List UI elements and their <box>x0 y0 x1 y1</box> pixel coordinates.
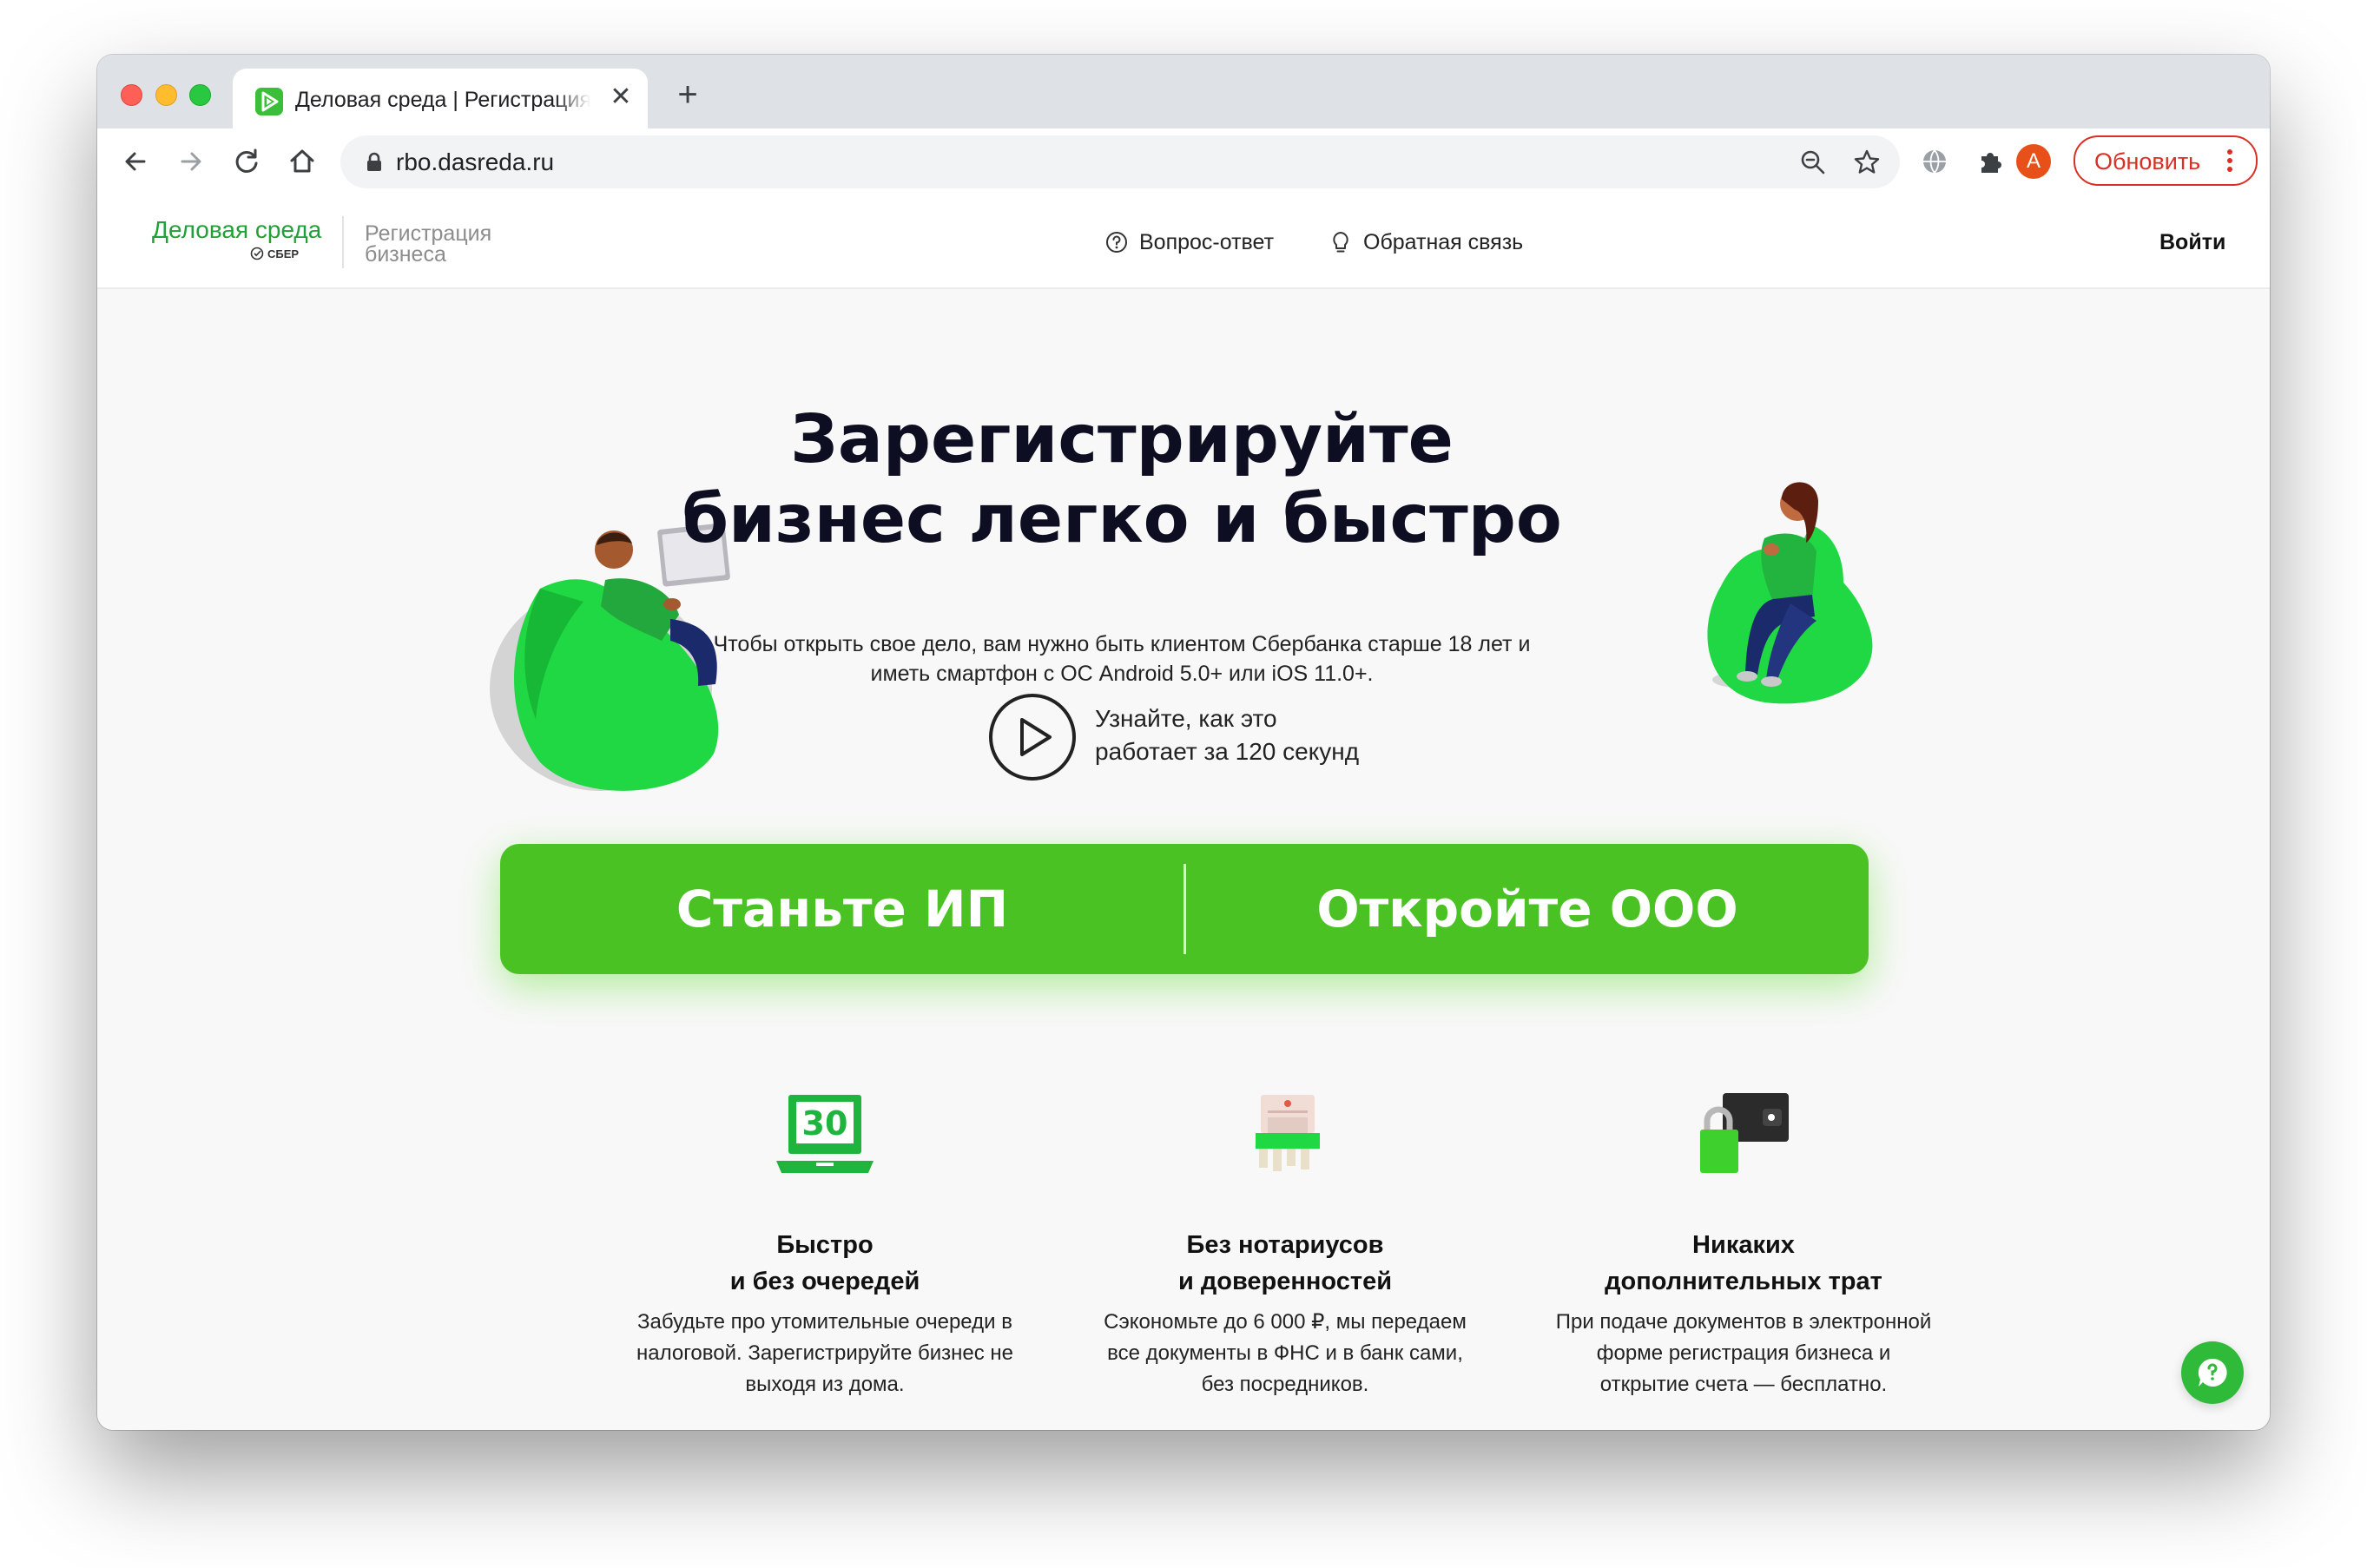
tab-title: Деловая среда | Регистрация бизнеса <box>295 88 590 112</box>
page-content: Деловая среда СБЕР Регистрация бизнеса В… <box>97 195 2270 1430</box>
feature-description: При подаче документов в электронной форм… <box>1535 1307 1952 1400</box>
update-label: Обновить <box>2094 148 2201 175</box>
feature-desc-line2: все документы в ФНС и в банк сами, <box>1107 1341 1463 1365</box>
feature-desc-line1: При подаче документов в электронной <box>1555 1310 1932 1334</box>
laptop-30-icon: 30 <box>776 1095 874 1173</box>
feature-title: Быстро и без очередей <box>616 1227 1033 1300</box>
feature-title: Без нотариусов и доверенностей <box>1077 1227 1493 1300</box>
active-tab[interactable]: Деловая среда | Регистрация бизнеса ✕ <box>233 69 648 128</box>
more-menu-icon[interactable] <box>2221 146 2238 175</box>
globe-extension-icon[interactable] <box>1919 146 1950 177</box>
sber-logo-icon <box>250 247 264 260</box>
watch-video-link[interactable]: Узнайте, как это работает за 120 секунд <box>987 692 1439 787</box>
update-button[interactable]: Обновить <box>2074 135 2258 186</box>
browser-toolbar: rbo.dasreda.ru A Обновить <box>97 128 2270 197</box>
favicon-icon <box>255 88 283 115</box>
feature-title-line1: Без нотариусов <box>1186 1231 1384 1259</box>
nav-feedback-link[interactable]: Обратная связь <box>1363 230 1523 255</box>
feature-desc-line3: выходя из дома. <box>745 1373 905 1396</box>
url-text[interactable]: rbo.dasreda.ru <box>396 148 554 176</box>
play-circle-icon[interactable] <box>987 692 1078 782</box>
profile-avatar[interactable]: A <box>2016 144 2051 179</box>
bookmark-star-icon[interactable] <box>1851 147 1882 178</box>
hero-subtitle: Чтобы открыть свое дело, вам нужно быть … <box>670 629 1573 688</box>
feature-desc-line3: без посредников. <box>1201 1373 1369 1396</box>
zoom-icon[interactable] <box>1797 147 1829 178</box>
question-circle-icon <box>1106 232 1127 253</box>
feature-title-line2: и без очередей <box>729 1268 920 1295</box>
feature-title-line2: дополнительных трат <box>1605 1268 1882 1295</box>
nav-faq-link[interactable]: Вопрос-ответ <box>1139 230 1274 255</box>
logo-brand: СБЕР <box>267 247 300 260</box>
hero-subtitle-line2: иметь смартфон с ОС Android 5.0+ или iOS… <box>870 662 1374 686</box>
close-window-button[interactable] <box>121 84 142 106</box>
hero-subtitle-line1: Чтобы открыть свое дело, вам нужно быть … <box>713 632 1531 656</box>
logo-subtitle-line2: бизнеса <box>365 242 446 267</box>
new-tab-button[interactable]: + <box>669 77 707 115</box>
feature-title-line2: и доверенностей <box>1177 1268 1393 1295</box>
open-ooo-button[interactable]: Откройте ООО <box>1186 844 1869 974</box>
feature-desc-line3: открытие счета — бесплатно. <box>1599 1373 1888 1396</box>
chat-question-icon <box>2198 1358 2227 1387</box>
feature-desc-line2: форме регистрация бизнеса и <box>1596 1341 1891 1365</box>
extensions-puzzle-icon[interactable] <box>1975 146 2006 177</box>
feature-desc-line2: налоговой. Зарегистрируйте бизнес не <box>636 1341 1014 1365</box>
feature-desc-line1: Сэкономьте до 6 000 ₽, мы передаем <box>1104 1310 1467 1334</box>
video-caption[interactable]: Узнайте, как это работает за 120 секунд <box>1095 702 1359 768</box>
login-link[interactable]: Войти <box>2159 230 2225 255</box>
hero-title-line1: Зарегистрируйте <box>790 401 1454 478</box>
help-chat-button[interactable] <box>2181 1341 2244 1404</box>
back-icon[interactable] <box>118 144 153 179</box>
hero-title: Зарегистрируйте бизнес легко и быстро <box>618 400 1625 560</box>
feature-title-line1: Никаких <box>1692 1231 1795 1259</box>
lock-icon[interactable] <box>361 149 387 175</box>
forward-icon[interactable] <box>174 144 208 179</box>
documents-icon <box>1256 1095 1320 1171</box>
lightbulb-icon <box>1333 232 1348 253</box>
browser-window: Деловая среда | Регистрация бизнеса ✕ + … <box>97 55 2270 1430</box>
home-icon[interactable] <box>285 144 320 179</box>
become-ip-button[interactable]: Станьте ИП <box>500 844 1184 974</box>
address-bar[interactable]: rbo.dasreda.ru <box>340 135 1900 188</box>
feature-description: Сэкономьте до 6 000 ₽, мы передаем все д… <box>1077 1307 1493 1400</box>
hero-title-line2: бизнес легко и быстро <box>682 481 1562 558</box>
reload-icon[interactable] <box>229 144 264 179</box>
feature-desc-line1: Забудьте про утомительные очереди в <box>637 1310 1012 1334</box>
woman-on-beanbag-illustration <box>1707 482 1873 704</box>
minimize-window-button[interactable] <box>155 84 177 106</box>
tab-strip: Деловая среда | Регистрация бизнеса ✕ + <box>97 55 2270 128</box>
logo-divider <box>342 216 344 268</box>
feature-title-line1: Быстро <box>776 1231 874 1259</box>
cta-bar: Станьте ИП Откройте ООО <box>500 844 1869 974</box>
feature-description: Забудьте про утомительные очереди в нало… <box>616 1307 1033 1400</box>
video-caption-line1: Узнайте, как это <box>1095 705 1277 732</box>
logo-name[interactable]: Деловая среда <box>152 216 321 244</box>
close-tab-icon[interactable]: ✕ <box>606 82 636 112</box>
laptop-30-text: 30 <box>802 1104 848 1143</box>
maximize-window-button[interactable] <box>189 84 211 106</box>
video-caption-line2: работает за 120 секунд <box>1095 738 1360 765</box>
wallet-lock-icon <box>1700 1093 1789 1173</box>
site-header: Деловая среда СБЕР Регистрация бизнеса В… <box>97 195 2270 289</box>
feature-title: Никаких дополнительных трат <box>1535 1227 1952 1300</box>
